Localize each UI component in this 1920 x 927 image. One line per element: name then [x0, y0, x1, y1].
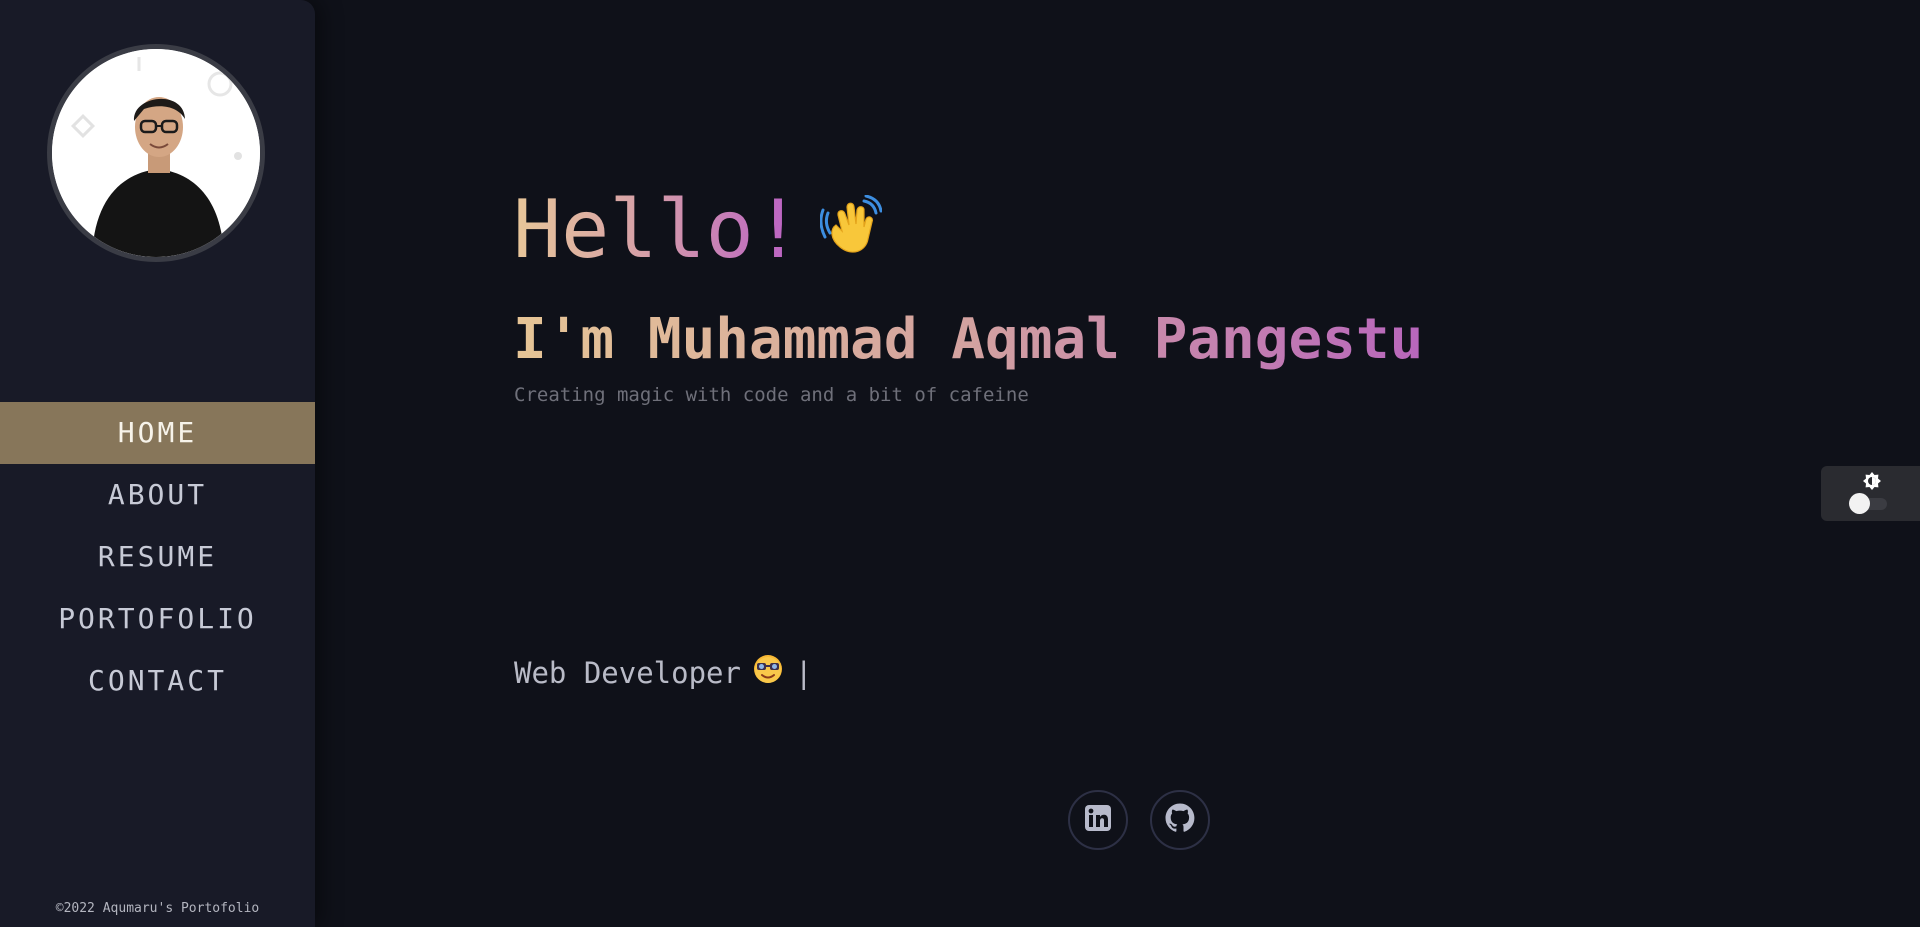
github-link[interactable] — [1150, 790, 1210, 850]
dark-mode-toggle[interactable] — [1849, 493, 1887, 514]
waving-hand-icon — [819, 180, 883, 280]
nav-item-contact[interactable]: CONTACT — [0, 650, 315, 712]
nav-item-home[interactable]: HOME — [0, 402, 315, 464]
greeting-heading: Hello! — [513, 180, 883, 280]
name-heading: I'm Muhammad Aqmal Pangestu — [513, 305, 1423, 375]
greeting-text: Hello! — [513, 180, 802, 280]
typing-cursor: | — [794, 655, 813, 690]
role-text: Web Developer — [514, 655, 741, 690]
nav-item-resume[interactable]: RESUME — [0, 526, 315, 588]
copyright-text: ©2022 Aqumaru's Portofolio — [55, 901, 260, 916]
toggle-knob — [1849, 493, 1870, 514]
main-nav: HOME ABOUT RESUME PORTOFOLIO CONTACT — [0, 402, 315, 712]
nav-item-about[interactable]: ABOUT — [0, 464, 315, 526]
avatar — [47, 44, 265, 262]
profile-photo — [52, 49, 260, 257]
social-links — [1068, 790, 1210, 850]
theme-toggle-panel — [1821, 466, 1920, 521]
sidebar: HOME ABOUT RESUME PORTOFOLIO CONTACT ©20… — [0, 0, 315, 927]
tagline-text: Creating magic with code and a bit of ca… — [514, 384, 1029, 406]
nav-item-portofolio[interactable]: PORTOFOLIO — [0, 588, 315, 650]
linkedin-icon — [1084, 804, 1112, 836]
linkedin-link[interactable] — [1068, 790, 1128, 850]
github-icon — [1164, 802, 1196, 838]
role-typewriter: Web Developer | — [514, 654, 812, 691]
star-struck-face-icon — [753, 654, 783, 691]
brightness-icon — [1863, 472, 1881, 494]
